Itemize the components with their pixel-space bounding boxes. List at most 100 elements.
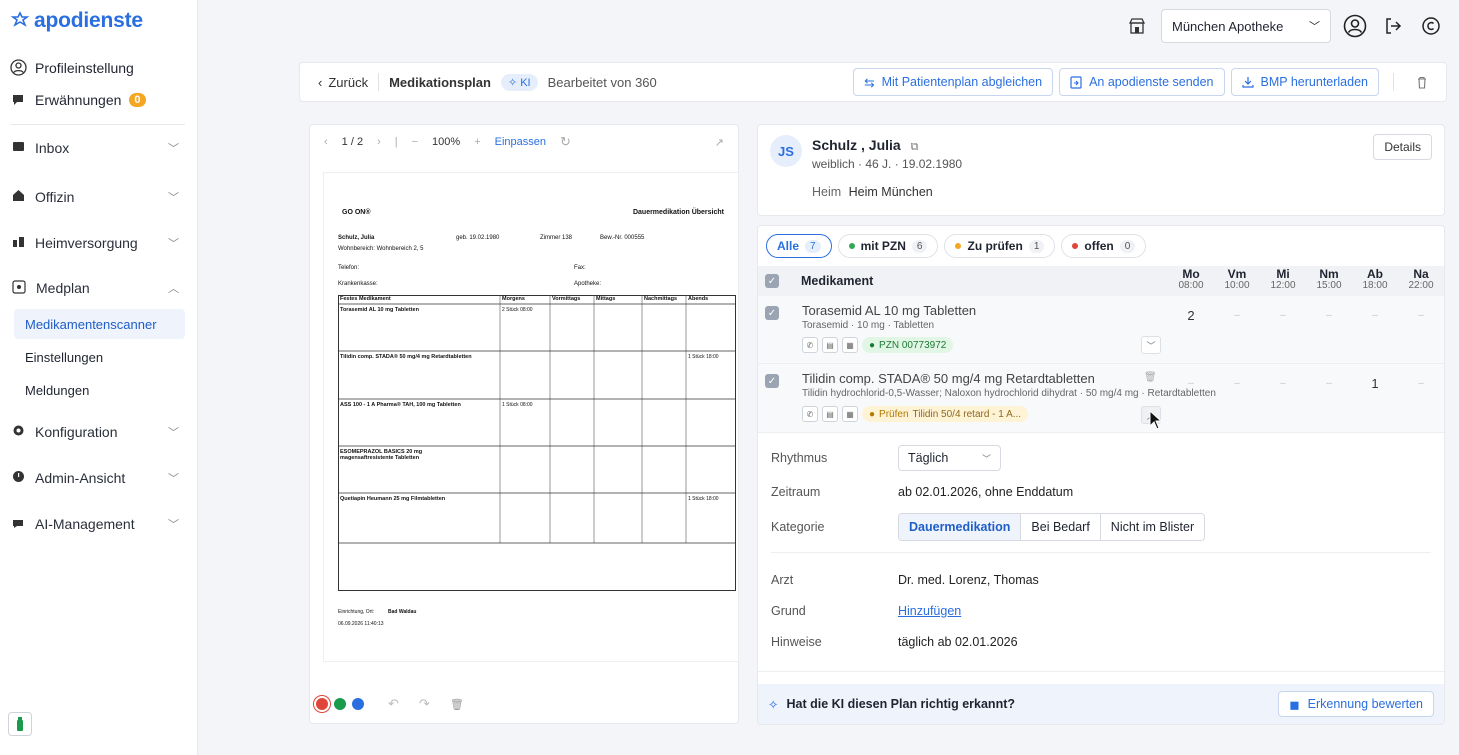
account-button[interactable] <box>1341 12 1369 40</box>
reason-label: Grund <box>771 604 806 618</box>
color-red-button[interactable] <box>316 698 328 710</box>
open-external-icon[interactable]: ⧉ <box>911 141 919 153</box>
day-label: Nm <box>1319 267 1339 281</box>
page-title: Medikationsplan <box>389 74 491 90</box>
doc-col-evening: Abends <box>688 296 709 302</box>
prev-page-button[interactable]: ‹ <box>324 136 328 148</box>
row-checkbox[interactable]: ✓ <box>765 306 779 320</box>
notes-value[interactable]: täglich ab 02.01.2026 <box>898 635 1018 649</box>
nav-offizin[interactable]: Offizin ﹀ <box>12 182 179 212</box>
trash-icon[interactable]: 🗑 <box>1144 372 1157 383</box>
zoom-in-button[interactable]: + <box>474 136 480 148</box>
pzn-value: PZN 00773972 <box>879 339 947 351</box>
period-value[interactable]: ab 02.01.2026, ohne Enddatum <box>898 485 1073 499</box>
nav-konfiguration[interactable]: Konfiguration ﹀ <box>12 417 179 447</box>
nav-label: Konfiguration <box>35 424 118 440</box>
undo-icon[interactable]: ↶ <box>388 696 399 712</box>
chevron-down-icon: ﹀ <box>168 143 179 155</box>
time-label: 10:00 <box>1224 280 1250 291</box>
select-all-checkbox[interactable]: ✓ <box>765 274 779 288</box>
nav-ai-management[interactable]: AI-Management ﹀ <box>12 509 179 539</box>
download-bmp-label: BMP herunterladen <box>1260 75 1368 89</box>
nav-inbox[interactable]: Inbox ﹀ <box>12 133 179 163</box>
profile-link[interactable]: Profileinstellung <box>10 59 134 76</box>
doc-col-medication: Festes Medikament <box>340 296 391 302</box>
calendar-icon[interactable]: ▦ <box>842 337 858 353</box>
delete-plan-button[interactable] <box>1408 68 1436 96</box>
category-dauermedikation[interactable]: Dauermedikation <box>899 514 1022 540</box>
nav-heimversorgung[interactable]: Heimversorgung ﹀ <box>12 228 179 258</box>
fit-button[interactable]: Einpassen <box>495 136 546 148</box>
category-bei-bedarf[interactable]: Bei Bedarf <box>1021 514 1101 540</box>
filter-label: Alle <box>777 239 800 253</box>
open-external-icon[interactable]: ↗ <box>715 136 724 149</box>
category-nicht-im-blister[interactable]: Nicht im Blister <box>1100 514 1205 540</box>
chevron-down-icon: ﹀ <box>168 192 179 204</box>
row-checkbox[interactable]: ✓ <box>765 374 779 388</box>
filter-label: mit PZN <box>860 239 906 253</box>
rotate-icon[interactable]: ↻ <box>560 134 571 150</box>
logout-button[interactable] <box>1379 12 1407 40</box>
support-button[interactable] <box>8 712 32 736</box>
filter-all[interactable]: Alle 7 <box>766 234 832 258</box>
check-detail: Tilidin 50/4 retard - 1 A... <box>912 408 1022 420</box>
filter-to-check[interactable]: Zu prüfen 1 <box>944 234 1056 258</box>
check-needed-badge[interactable]: ● Prüfen Tilidin 50/4 retard - 1 A... <box>862 406 1029 422</box>
pharmacy-select[interactable]: München Apotheke ﹀ <box>1161 9 1331 43</box>
bottle-icon <box>17 717 23 731</box>
color-blue-button[interactable] <box>352 698 364 710</box>
viewer-toolbar: ‹ 1 / 2 › | − 100% + Einpassen ↻ ↗ <box>310 125 738 159</box>
copyright-button[interactable] <box>1417 12 1445 40</box>
sidebar: apodienste Profileinstellung Erwähnungen… <box>0 0 198 755</box>
rate-recognition-button[interactable]: ◼ Erkennung bewerten <box>1278 691 1434 717</box>
redo-icon[interactable]: ↷ <box>419 696 430 712</box>
time-col-nm: Nm 15:00 <box>1306 266 1352 292</box>
nav-admin[interactable]: Admin-Ansicht ﹀ <box>12 463 179 493</box>
color-green-button[interactable] <box>334 698 346 710</box>
trash-icon[interactable]: 🗑 <box>450 698 464 711</box>
details-button[interactable]: Details <box>1373 134 1432 160</box>
ki-label: KI <box>520 76 531 89</box>
zoom-out-button[interactable]: − <box>412 136 418 148</box>
home-value: Heim München <box>848 185 933 199</box>
doctor-value[interactable]: Dr. med. Lorenz, Thomas <box>898 573 1039 587</box>
check-label: Prüfen <box>879 408 909 420</box>
clipboard-icon[interactable]: ▤ <box>822 406 838 422</box>
mentions-link[interactable]: Erwähnungen 0 <box>10 91 146 108</box>
brand-logo[interactable]: apodienste <box>10 9 143 33</box>
filter-open[interactable]: offen 0 <box>1061 234 1147 258</box>
rate-recognition-label: Erkennung bewerten <box>1307 697 1423 711</box>
nav-sub-einstellungen[interactable]: Einstellungen <box>14 342 185 372</box>
filter-chips: Alle 7 mit PZN 6 Zu prüfen 1 offen 0 <box>766 234 1147 258</box>
download-bmp-button[interactable]: BMP herunterladen <box>1230 68 1379 96</box>
download-icon <box>1241 77 1254 88</box>
phone-icon[interactable]: ✆ <box>802 406 818 422</box>
filter-with-pzn[interactable]: mit PZN 6 <box>837 234 939 258</box>
calendar-icon[interactable]: ▦ <box>842 406 858 422</box>
nav-medplan[interactable]: Medplan ︿ <box>12 273 179 303</box>
medication-detail: Rhythmus Täglich ﹀ Zeitraum ab 02.01.202… <box>758 433 1444 683</box>
phone-icon[interactable]: ✆ <box>802 337 818 353</box>
nav-sub-medikamentenscanner[interactable]: Medikamentenscanner <box>14 309 185 339</box>
patient-name-text: Schulz , Julia <box>812 137 901 153</box>
doc-col-forenoon: Vormittags <box>552 296 581 302</box>
status-dot-green <box>848 243 855 249</box>
patient-card: JS Schulz , Julia ⧉ weiblich · 46 J. · 1… <box>757 124 1445 216</box>
nav-label: AI-Management <box>35 516 135 532</box>
medication-row[interactable]: ✓ Torasemid AL 10 mg Tabletten Torasemid… <box>758 296 1444 364</box>
patient-name[interactable]: Schulz , Julia ⧉ <box>812 137 918 154</box>
chevron-down-icon[interactable]: ﹀ <box>1141 336 1161 354</box>
rhythm-select[interactable]: Täglich ﹀ <box>898 445 1001 471</box>
logo-icon <box>10 11 30 27</box>
time-columns: Mo 08:00 Vm 10:00 Mi 12:00 Nm 15:00 Ab 18:00 … <box>1168 266 1444 292</box>
clipboard-icon[interactable]: ▤ <box>822 337 838 353</box>
compare-plan-button[interactable]: ⇆ Mit Patientenplan abgleichen <box>853 68 1054 96</box>
send-button[interactable]: An apodienste senden <box>1059 68 1225 96</box>
next-page-button[interactable]: › <box>377 136 381 148</box>
nav-sub-meldungen[interactable]: Meldungen <box>14 375 185 405</box>
add-reason-link[interactable]: Hinzufügen <box>898 604 961 618</box>
medication-row[interactable]: ✓ Tilidin comp. STADA® 50 mg/4 mg Retard… <box>758 364 1444 433</box>
back-button[interactable]: ‹ Zurück <box>318 75 368 90</box>
store-icon <box>12 189 25 205</box>
zoom-level: 100% <box>432 136 461 148</box>
